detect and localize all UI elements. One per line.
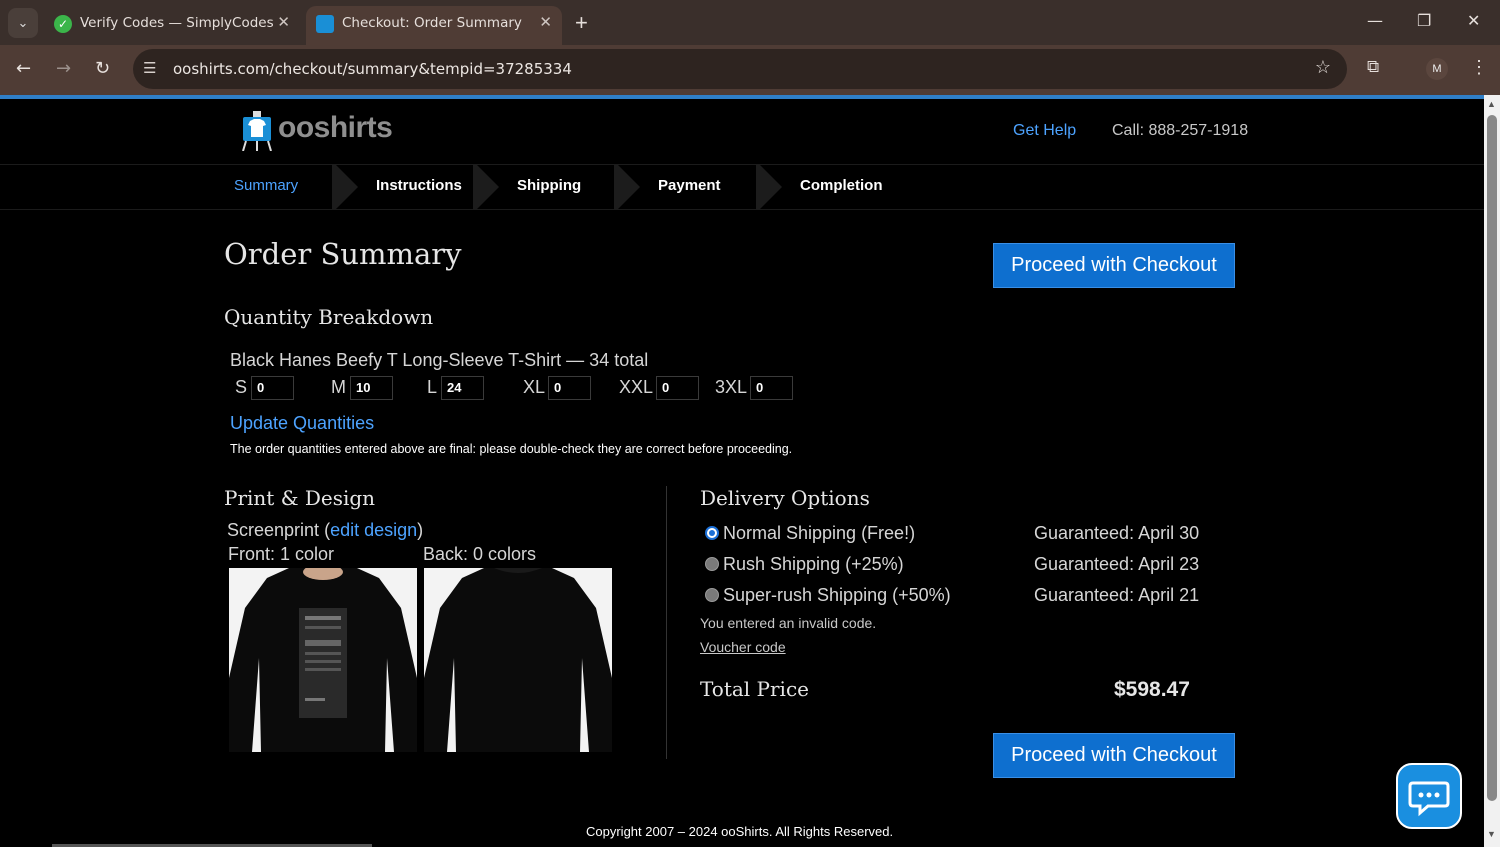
reload-icon[interactable]: ↻ [95,58,110,79]
page-title: Order Summary [224,237,462,271]
front-colors: Front: 1 color [228,544,335,564]
step-chevron-icon [332,165,358,209]
column-divider [666,486,667,759]
size-input-s[interactable]: 0 [251,376,294,400]
front-shirt-preview[interactable] [229,568,417,752]
browser-tab-bar: ⌄ ✓ Verify Codes — SimplyCodes ✕ Checkou… [0,0,1500,45]
quantity-breakdown-heading: Quantity Breakdown [224,305,434,329]
browser-tab-simplycodes[interactable]: ✓ Verify Codes — SimplyCodes ✕ [44,6,300,45]
checkout-steps: Summary Instructions Shipping Payment Co… [0,164,1484,210]
back-shirt-preview[interactable] [424,568,612,752]
restore-window-icon[interactable]: ❐ [1417,11,1431,30]
product-line: Black Hanes Beefy T Long-Sleeve T-Shirt … [230,350,649,370]
proceed-checkout-button-top[interactable]: Proceed with Checkout [993,243,1235,288]
scroll-up-arrow-icon[interactable]: ▲ [1487,99,1496,109]
tab-title: Checkout: Order Summary [342,15,522,31]
total-price-value: $598.47 [1114,678,1190,701]
back-colors: Back: 0 colors [423,544,537,564]
print-method-line: Screenprint (edit design) [227,520,424,540]
address-bar[interactable]: ☰ ooshirts.com/checkout/summary&tempid=3… [133,49,1347,89]
size-input-xxl[interactable]: 0 [656,376,699,400]
edit-design-link[interactable]: edit design [330,520,417,540]
browser-menu-icon[interactable]: ⋮ [1470,57,1488,78]
step-payment[interactable]: Payment [658,177,721,194]
url-text[interactable]: ooshirts.com/checkout/summary&tempid=372… [173,60,572,78]
extensions-puzzle-icon[interactable]: ⧉ [1367,57,1379,77]
simplycodes-favicon-icon: ✓ [54,15,72,33]
checkout-page: ooshirts Get Help Call: 888-257-1918 Sum… [0,99,1484,847]
profile-avatar[interactable]: M [1426,58,1448,80]
chat-bubble-icon [1408,781,1450,817]
back-shirt-image [424,568,612,752]
step-chevron-icon [473,165,499,209]
normal-shipping-label[interactable]: Normal Shipping (Free!) [723,523,915,544]
size-input-m[interactable]: 10 [350,376,393,400]
tab-search-chevron-icon[interactable]: ⌄ [8,8,38,38]
back-arrow-icon[interactable]: ← [16,58,31,79]
size-label-m: M [331,377,346,397]
new-tab-plus-icon[interactable]: + [575,10,588,36]
normal-shipping-guarantee: Guaranteed: April 30 [1034,523,1200,543]
get-help-link[interactable]: Get Help [1013,122,1076,140]
step-chevron-icon [756,165,782,209]
radio-rush-shipping[interactable] [705,557,719,571]
close-tab-icon[interactable]: ✕ [277,13,290,31]
minimize-icon[interactable]: — [1367,11,1383,30]
forward-arrow-icon[interactable]: → [56,58,71,79]
radio-super-rush-shipping[interactable] [705,588,719,602]
super-rush-shipping-guarantee: Guaranteed: April 21 [1034,585,1200,605]
size-input-3xl[interactable]: 0 [750,376,793,400]
size-label-3xl: 3XL [715,377,748,397]
browser-tab-checkout[interactable]: Checkout: Order Summary ✕ [306,6,562,45]
voucher-code-link[interactable]: Voucher code [700,639,786,655]
print-method: Screenprint [227,520,320,540]
rush-shipping-guarantee: Guaranteed: April 23 [1034,554,1200,574]
logo-text: ooshirts [278,111,393,144]
browser-toolbar: ← → ↻ ☰ ooshirts.com/checkout/summary&te… [0,45,1500,95]
super-rush-shipping-label[interactable]: Super-rush Shipping (+50%) [723,585,951,606]
final-quantities-note: The order quantities entered above are f… [230,442,793,456]
size-input-l[interactable]: 24 [441,376,484,400]
site-settings-icon[interactable]: ☰ [143,59,156,77]
size-label-l: L [427,377,438,397]
tab-title: Verify Codes — SimplyCodes [80,15,274,31]
shirt-easel-logo-icon [242,111,272,151]
invalid-code-message: You entered an invalid code. [700,615,877,631]
size-label-s: S [235,377,248,397]
delivery-options-heading: Delivery Options [700,486,870,510]
step-shipping[interactable]: Shipping [517,177,581,194]
phone-number: Call: 888-257-1918 [1112,122,1249,139]
step-summary[interactable]: Summary [234,177,298,194]
size-label-xl: XL [523,377,546,397]
chat-widget-button[interactable] [1396,763,1462,829]
size-label-xxl: XXL [619,377,654,397]
total-price-label: Total Price [700,677,809,701]
close-tab-icon[interactable]: ✕ [539,13,552,31]
vertical-scrollbar[interactable]: ▲ ▼ [1484,95,1500,847]
footer-copyright: Copyright 2007 – 2024 ooShirts. All Righ… [586,824,894,839]
proceed-checkout-button-bottom[interactable]: Proceed with Checkout [993,733,1235,778]
step-chevron-icon [614,165,640,209]
update-quantities-link[interactable]: Update Quantities [230,413,374,434]
radio-normal-shipping[interactable] [705,526,719,540]
step-completion[interactable]: Completion [800,177,883,194]
size-input-xl[interactable]: 0 [548,376,591,400]
close-window-icon[interactable]: ✕ [1467,11,1480,30]
front-shirt-image [229,568,417,752]
scrollbar-thumb[interactable] [1487,115,1497,801]
scroll-down-arrow-icon[interactable]: ▼ [1487,829,1496,839]
print-design-heading: Print & Design [224,486,376,510]
rush-shipping-label[interactable]: Rush Shipping (+25%) [723,554,904,575]
ooshirts-favicon-icon [316,15,334,33]
bookmark-star-icon[interactable]: ☆ [1315,57,1331,78]
step-instructions[interactable]: Instructions [376,177,462,194]
